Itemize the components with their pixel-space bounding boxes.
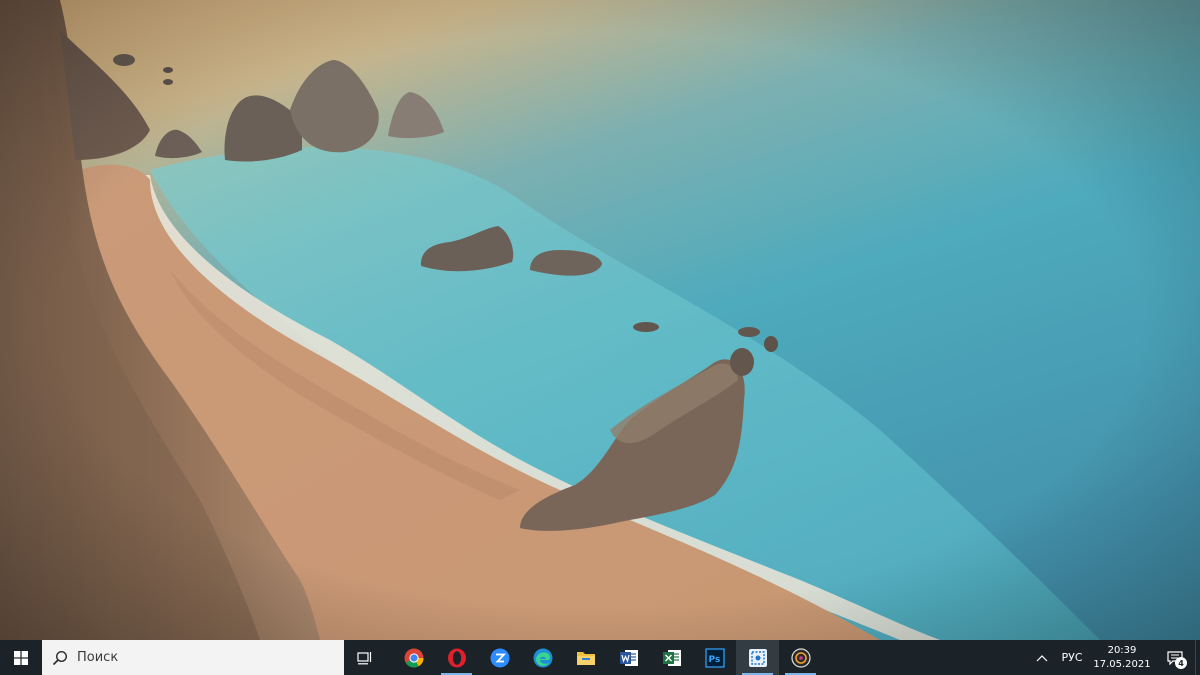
task-view-icon xyxy=(357,651,372,664)
opera-icon xyxy=(447,648,466,667)
search-icon xyxy=(52,650,68,665)
taskbar-app-chrome[interactable] xyxy=(392,640,435,675)
notifications-count-badge: 4 xyxy=(1175,657,1187,669)
clock-time: 20:39 xyxy=(1107,644,1137,656)
taskbar-app-media[interactable] xyxy=(779,640,822,675)
photoshop-icon: Ps xyxy=(704,647,725,668)
chrome-icon xyxy=(404,648,423,667)
show-desktop-button[interactable] xyxy=(1195,640,1200,675)
taskbar-app-edge[interactable] xyxy=(521,640,564,675)
taskbar: Поиск Ps РУС 20:39 17.05.2021 4 xyxy=(0,640,1200,675)
snip-icon xyxy=(748,648,767,667)
search-placeholder: Поиск xyxy=(77,650,119,665)
edge-icon xyxy=(533,648,552,667)
excel-icon xyxy=(662,649,681,666)
word-icon xyxy=(619,649,638,666)
desktop-wallpaper xyxy=(0,0,1200,640)
taskbar-app-photoshop[interactable]: Ps xyxy=(693,640,736,675)
chevron-up-icon xyxy=(1036,654,1048,661)
media-disc-icon xyxy=(790,647,811,668)
taskbar-app-snip[interactable] xyxy=(736,640,779,675)
svg-text:Ps: Ps xyxy=(708,655,720,665)
action-center-button[interactable]: 4 xyxy=(1155,640,1195,675)
task-view-button[interactable] xyxy=(344,640,386,675)
clock-date: 17.05.2021 xyxy=(1093,658,1151,670)
taskbar-app-word[interactable] xyxy=(607,640,650,675)
search-input[interactable]: Поиск xyxy=(42,640,344,675)
taskbar-app-file-explorer[interactable] xyxy=(564,640,607,675)
windows-logo-icon xyxy=(14,650,28,665)
clock[interactable]: 20:39 17.05.2021 xyxy=(1089,640,1155,675)
taskbar-app-zoom[interactable] xyxy=(478,640,521,675)
taskbar-app-opera[interactable] xyxy=(435,640,478,675)
taskbar-app-excel[interactable] xyxy=(650,640,693,675)
system-tray: РУС 20:39 17.05.2021 4 xyxy=(1029,640,1200,675)
zoom-icon xyxy=(490,648,509,667)
show-hidden-icons-button[interactable] xyxy=(1029,640,1055,675)
start-button[interactable] xyxy=(0,640,42,675)
folder-icon xyxy=(576,651,595,665)
input-language-indicator[interactable]: РУС xyxy=(1055,640,1089,675)
